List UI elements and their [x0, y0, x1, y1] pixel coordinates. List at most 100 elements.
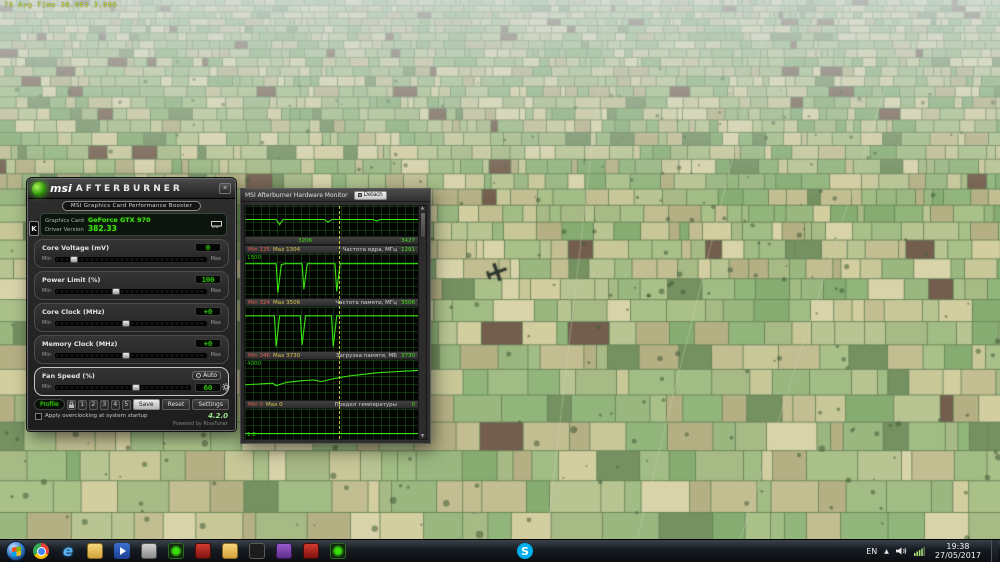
taskbar-icons: eS: [33, 542, 533, 560]
gpu-info-panel: Graphics Card GeForce GTX 970 Driver Ver…: [40, 213, 227, 236]
slider-thumb[interactable]: [111, 287, 120, 295]
reset-button[interactable]: Reset: [161, 399, 191, 410]
gpu-icon[interactable]: [210, 220, 222, 229]
min-label: Min: [42, 384, 51, 390]
network-icon[interactable]: [913, 546, 925, 556]
windows-logo-icon: [11, 546, 21, 556]
close-button[interactable]: ×: [219, 183, 231, 194]
auto-label: Auto: [203, 372, 217, 379]
power-limit-value: 100: [195, 275, 221, 284]
profile-slot-4[interactable]: 4: [110, 399, 120, 410]
graph-stack: 3206 3427 Min 135 Max 1304 Частота ядра,…: [245, 206, 418, 439]
graph-current-value: 3506: [401, 299, 415, 306]
graph-plot-memory-clock: [245, 307, 418, 351]
max-label: Max: [210, 256, 221, 262]
monitor-titlebar[interactable]: MSI Afterburner Hardware Monitor Detach: [241, 189, 430, 202]
save-button[interactable]: Save: [132, 399, 160, 410]
scroll-up-icon[interactable]: ▲: [421, 206, 424, 211]
settings-button[interactable]: Settings: [192, 399, 229, 410]
folder-icon[interactable]: [222, 543, 238, 559]
tray-time: 19:38: [946, 541, 970, 551]
slider-label: Core Voltage (mV): [42, 243, 110, 252]
internet-explorer-icon[interactable]: e: [60, 542, 76, 560]
slider-thumb[interactable]: [69, 255, 78, 263]
kombustor-button[interactable]: K: [29, 221, 39, 236]
app-title: AFTERBURNER: [75, 183, 183, 194]
language-indicator[interactable]: EN: [866, 547, 877, 556]
system-tray: EN ▲ 19:38 27/05/2017: [866, 539, 1000, 562]
fan-speed-value: 60: [195, 382, 221, 392]
min-label: Min: [42, 352, 51, 358]
banner-text: MSI Graphics Card Performance Booster: [61, 201, 202, 211]
show-desktop-button[interactable]: [991, 539, 998, 562]
profile-slot-5[interactable]: 5: [121, 399, 131, 410]
profile-slot-3[interactable]: 3: [99, 399, 109, 410]
core-clock-slider[interactable]: [54, 319, 207, 327]
green-app-icon[interactable]: [330, 543, 346, 559]
taskbar: eS EN ▲ 19:38 27/05/2017: [0, 539, 1000, 562]
slider-thumb[interactable]: [122, 319, 131, 327]
profile-slot-2[interactable]: 2: [88, 399, 98, 410]
graph-plot-core-clock: 1500: [245, 254, 418, 298]
core-voltage-slider[interactable]: [54, 255, 207, 263]
graph-trace: [245, 220, 418, 225]
graph-current-value: 3427: [401, 237, 415, 244]
chrome-icon[interactable]: [33, 543, 49, 559]
driver-version-value: 382.33: [87, 224, 117, 233]
monitor-scrollbar[interactable]: ▲ ▼: [418, 206, 426, 439]
driver-version-label: Driver Version: [45, 227, 84, 233]
black-app-icon[interactable]: [249, 543, 265, 559]
graph-current-value: 3730: [401, 352, 415, 359]
core-voltage-value: 0: [195, 243, 221, 252]
scrollbar-thumb[interactable]: [419, 212, 426, 238]
startup-row: Apply overclocking at system startup 4.2…: [35, 412, 228, 420]
hardware-monitor-window: MSI Afterburner Hardware Monitor Detach …: [240, 188, 431, 444]
fan-icon: [196, 373, 202, 378]
hidden-icons-arrow[interactable]: ▲: [884, 548, 889, 555]
monitor-body: 3206 3427 Min 135 Max 1304 Частота ядра,…: [244, 205, 427, 440]
red-app-2-icon[interactable]: [303, 543, 319, 559]
profile-slot-1[interactable]: 1: [77, 399, 87, 410]
slider-thumb[interactable]: [122, 351, 131, 359]
start-button[interactable]: [6, 541, 26, 561]
detach-icon: [357, 193, 362, 197]
scroll-down-icon[interactable]: ▼: [421, 434, 424, 439]
volume-icon[interactable]: [895, 546, 907, 556]
startup-checkbox[interactable]: [35, 412, 42, 420]
graph-separator: 3206 3427: [245, 236, 418, 245]
media-player-icon[interactable]: [114, 543, 130, 559]
slider-label: Core Clock (MHz): [42, 307, 105, 316]
slider-group-core-voltage: Core Voltage (mV) 0 Min Max: [34, 239, 229, 268]
msi-afterburner-icon[interactable]: [168, 543, 184, 559]
msi-logo-icon: [32, 181, 46, 196]
slider-label: Memory Clock (MHz): [42, 339, 118, 348]
file-explorer-icon[interactable]: [87, 543, 103, 559]
memory-clock-slider[interactable]: [54, 351, 207, 359]
slider-label: Power Limit (%): [42, 275, 101, 284]
detach-button[interactable]: Detach: [353, 190, 387, 200]
slider-thumb[interactable]: [132, 383, 141, 391]
fan-speed-slider[interactable]: [54, 383, 191, 391]
slider-group-power-limit: Power Limit (%) 100 Min Max: [34, 271, 229, 300]
slider-group-core-clock: Core Clock (MHz) +0 Min Max: [34, 303, 229, 332]
fan-settings-gear-icon[interactable]: [222, 376, 230, 395]
graph-trace: [245, 316, 418, 347]
tray-date: 27/05/2017: [934, 551, 981, 560]
power-limit-slider[interactable]: [54, 287, 207, 295]
clock[interactable]: 19:38 27/05/2017: [932, 542, 984, 560]
graph-trace: [245, 370, 418, 385]
detach-label: Detach: [363, 192, 383, 198]
profile-lock-icon[interactable]: [66, 399, 76, 410]
fan-auto-button[interactable]: Auto: [192, 371, 221, 380]
slider-group-memory-clock: Memory Clock (MHz) +0 Min Max: [34, 335, 229, 364]
red-app-icon[interactable]: [195, 543, 211, 559]
max-label: Max: [210, 352, 221, 358]
graph-current-value: 0: [411, 401, 416, 408]
gray-app-icon[interactable]: [141, 543, 157, 559]
purple-app-icon[interactable]: [276, 543, 292, 559]
skype-icon[interactable]: S: [517, 543, 533, 559]
memory-clock-value: +0: [195, 339, 221, 348]
time-cursor: [339, 206, 341, 439]
afterburner-titlebar[interactable]: msi AFTERBURNER ×: [28, 179, 235, 199]
msi-afterburner-window: msi AFTERBURNER × MSI Graphics Card Perf…: [26, 177, 237, 432]
